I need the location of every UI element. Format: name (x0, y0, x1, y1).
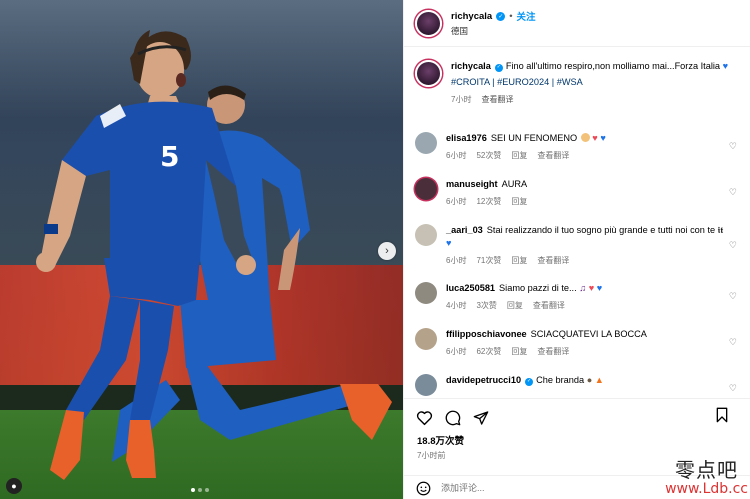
blue-heart-emoji: ♥ (722, 61, 729, 71)
comment-text: SEI UN FENOMENO (490, 133, 578, 143)
comment-item: _aari_03 Stai realizzando il tuo sogno pi… (415, 224, 740, 282)
red-heart-emoji: ♥ (588, 283, 595, 293)
bookmark-icon[interactable] (715, 407, 729, 423)
separator-dot: • (509, 10, 513, 22)
translate-link[interactable]: 查看翻译 (537, 150, 569, 161)
author-avatar[interactable] (415, 9, 442, 37)
heart-icon[interactable]: ♡ (729, 291, 737, 302)
reply-button[interactable]: 回复 (507, 300, 523, 311)
fire-emoji: ▲ (594, 375, 604, 385)
carousel-dot (191, 488, 195, 492)
translate-link[interactable]: 查看翻译 (537, 346, 569, 357)
commenter-avatar[interactable] (415, 282, 437, 304)
watermark-title: 零点吧 (675, 458, 739, 482)
comment-text: AURA (501, 179, 528, 189)
heart-icon[interactable]: ♡ (729, 383, 737, 394)
chevron-right-icon: › (385, 245, 389, 257)
commenter-username[interactable]: _aari_03 (446, 225, 483, 235)
reply-button[interactable]: 回复 (511, 346, 527, 357)
follow-button[interactable]: 关注 (517, 9, 536, 23)
caption-translate-link[interactable]: 查看翻译 (481, 94, 513, 105)
comment-text-suffix: 𝖎𝖙 (717, 225, 724, 235)
blue-heart-emoji: ♥ (600, 133, 606, 143)
commenter-username[interactable]: manuseight (446, 179, 498, 189)
music-emoji: ♫ (579, 283, 587, 293)
commenter-avatar[interactable] (415, 374, 437, 396)
translate-link[interactable]: 查看翻译 (537, 255, 569, 266)
comment-input[interactable] (441, 483, 621, 493)
carousel-dots (191, 488, 209, 492)
comment-likes[interactable]: 3次赞 (476, 300, 496, 311)
comment-text: Siamo pazzi di te... (499, 283, 577, 293)
heart-icon[interactable]: ♡ (729, 187, 737, 198)
reply-button[interactable]: 回复 (511, 150, 527, 161)
comment-time: 6小时 (446, 197, 467, 206)
commenter-username[interactable]: elisa1976 (446, 133, 487, 143)
jersey-number: 5 (160, 140, 180, 173)
likes-count[interactable]: 18.8万次赞 (404, 433, 750, 447)
heart-icon[interactable] (416, 410, 433, 426)
comment-time: 6小时 (446, 256, 467, 265)
author-username[interactable]: richycala (451, 11, 492, 22)
location-link[interactable]: 德国 (451, 25, 536, 37)
caption-text: Fino all'ultimo respiro,non molliamo mai… (505, 61, 721, 71)
site-watermark: 零点吧 www.Ldb.cc (665, 454, 748, 497)
comment-likes[interactable]: 71次赞 (476, 255, 501, 266)
comment-text: Che branda (536, 375, 585, 385)
comment-item: manuseight AURA 6小时 12次赞 回复 ♡ (415, 178, 740, 224)
user-icon: ● (11, 481, 17, 491)
reply-button[interactable]: 回复 (511, 196, 527, 207)
commenter-avatar[interactable] (415, 224, 437, 246)
comment-time: 6小时 (446, 347, 467, 356)
comment-item: davidepetrucci10 ✓ Che branda ● ▲ ♡ (415, 374, 740, 398)
blue-heart-emoji: ♥ (446, 238, 452, 248)
verified-icon: ✓ (496, 11, 506, 21)
blue-heart-emoji: ♥ (596, 283, 603, 293)
comment-time: 4小时 (446, 301, 467, 310)
post-header: richycala ✓ • 关注 德国 (404, 0, 750, 47)
verified-icon: ✓ (525, 377, 534, 386)
caption-hashtags[interactable]: #CROITA | #EURO2024 | #WSA (451, 76, 731, 89)
comment-item: elisa1976 SEI UN FENOMENO ♥ ♥ 6小时 52次赞 回复… (415, 132, 740, 178)
comments-list[interactable]: richycala ✓ Fino all'ultimo respiro,non mo… (404, 48, 750, 398)
commenter-username[interactable]: davidepetrucci10 (446, 375, 521, 385)
heart-icon[interactable]: ♡ (729, 240, 737, 251)
comment-likes[interactable]: 12次赞 (476, 196, 501, 207)
heart-icon[interactable]: ♡ (729, 141, 737, 152)
reply-button[interactable]: 回复 (511, 255, 527, 266)
comment-text: Stai realizzando il tuo sogno più grande… (486, 225, 718, 235)
watermark-url: www.Ldb.cc (665, 481, 748, 497)
post-side-panel: richycala ✓ • 关注 德国 richycala ✓ Fino all'u… (403, 0, 750, 499)
heart-icon[interactable]: ♡ (729, 337, 737, 348)
emoji-icon[interactable] (416, 481, 431, 496)
carousel-dot (198, 488, 202, 492)
comment-text: SCIACQUATEVI LA BOCCA (530, 329, 647, 339)
clap-emoji (580, 133, 590, 142)
caption-username[interactable]: richycala (451, 61, 491, 71)
red-heart-emoji: ♥ (592, 133, 598, 143)
commenter-avatar[interactable] (415, 328, 437, 350)
post-photo[interactable]: 5 › ● (0, 0, 403, 499)
commenter-avatar[interactable] (415, 132, 437, 154)
verified-icon: ✓ (494, 63, 503, 72)
commenter-username[interactable]: ffilipposchiavonee (446, 329, 527, 339)
sloth-emoji: ● (586, 375, 593, 385)
translate-link[interactable]: 查看翻译 (533, 300, 565, 311)
author-avatar[interactable] (415, 60, 442, 87)
players-illustration (36, 30, 392, 480)
next-image-button[interactable]: › (378, 242, 396, 260)
share-icon[interactable] (473, 410, 489, 426)
comment-time: 6小时 (446, 151, 467, 160)
commenter-username[interactable]: luca250581 (446, 283, 495, 293)
comment-likes[interactable]: 52次赞 (476, 150, 501, 161)
caption-time: 7小时 (451, 95, 472, 104)
commenter-avatar[interactable] (415, 178, 437, 200)
tagged-user-button[interactable]: ● (6, 478, 22, 494)
caption: richycala ✓ Fino all'ultimo respiro,non mo… (415, 60, 740, 132)
comment-item: luca250581 Siamo pazzi di te... ♫ ♥ ♥ 4小时… (415, 282, 740, 328)
comment-icon[interactable] (445, 410, 461, 426)
comment-likes[interactable]: 62次赞 (476, 346, 501, 357)
carousel-dot (205, 488, 209, 492)
comment-item: ffilipposchiavonee SCIACQUATEVI LA BOCCA … (415, 328, 740, 374)
